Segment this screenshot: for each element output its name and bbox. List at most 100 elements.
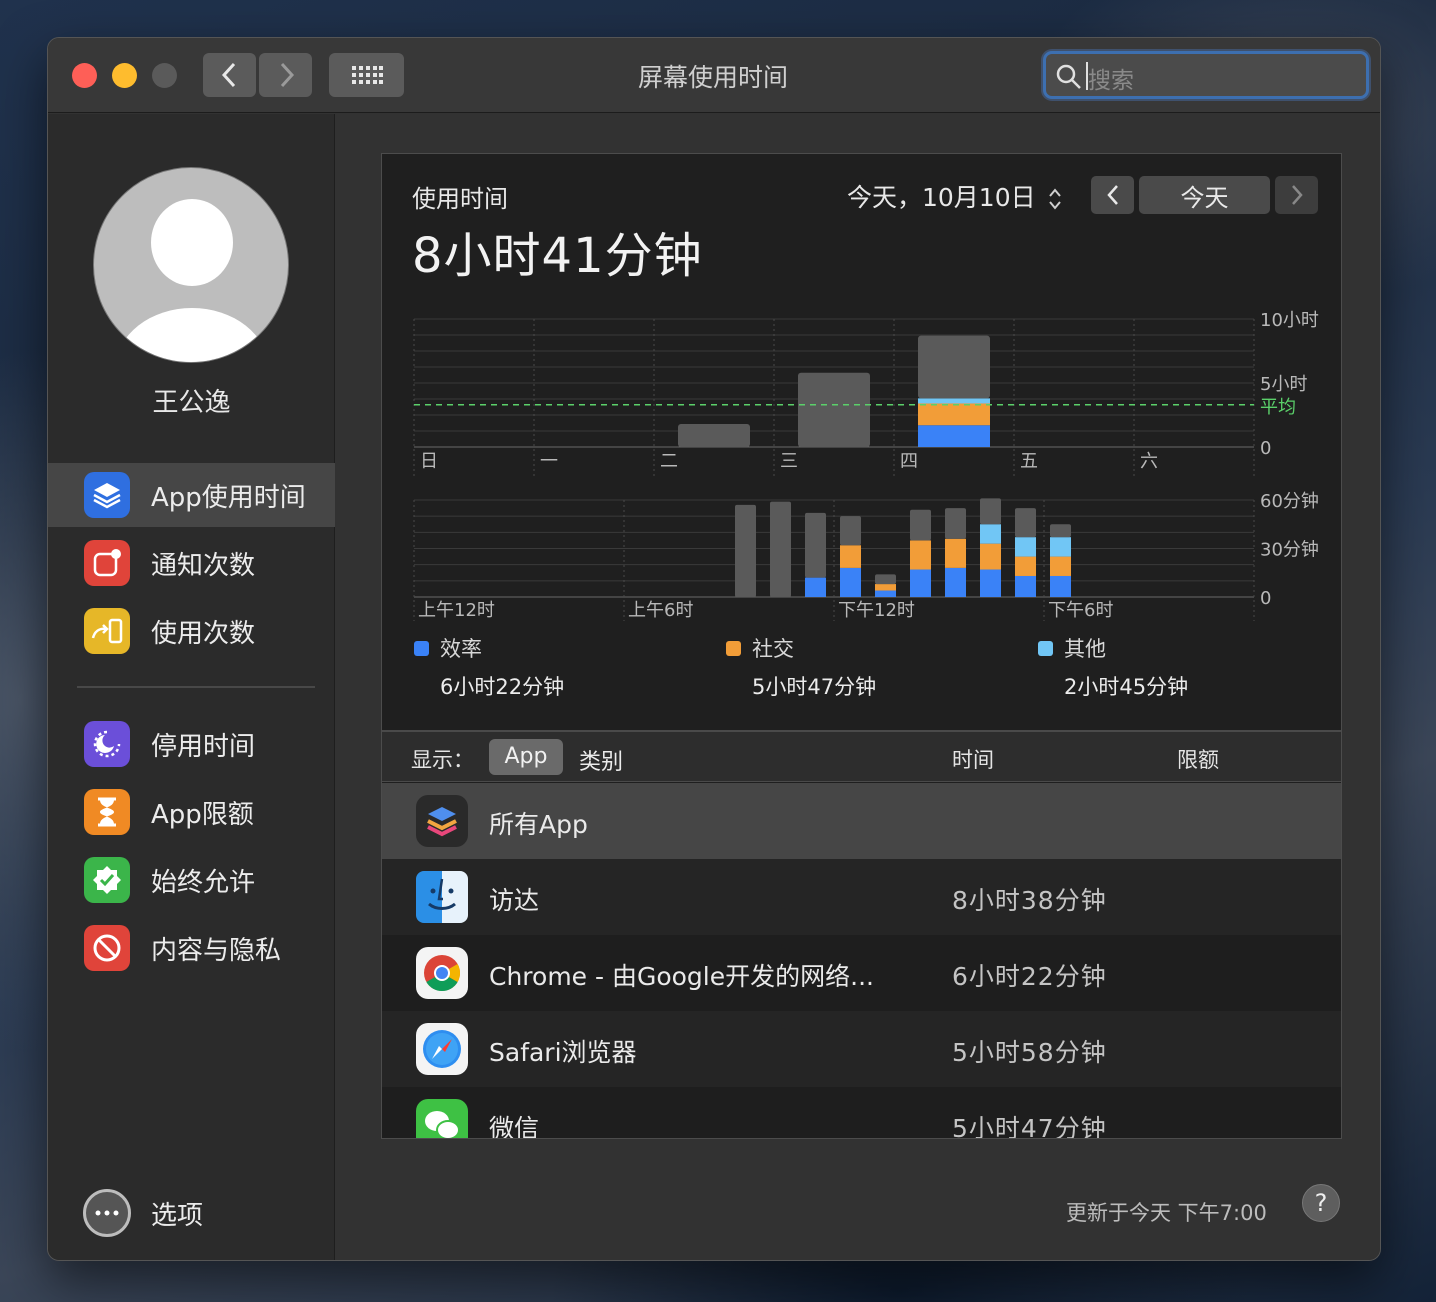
legend-label-other: 其他 [1064,637,1106,661]
x-tick-label: 上午6时 [628,600,693,621]
bar-segment [1050,556,1071,576]
usage-title: 使用时间 [412,185,508,213]
table-row[interactable]: 访达 8小时38分钟 [382,859,1341,935]
bar-segment [980,569,1001,597]
show-all-button[interactable] [329,53,404,97]
bar-segment [945,567,966,597]
sidebar-item-content-privacy[interactable]: 内容与隐私 [48,916,335,980]
bar-segment [840,516,861,546]
segment-app[interactable]: App [489,739,563,775]
prev-day-button[interactable] [1091,176,1134,214]
legend-value-productivity: 6小时22分钟 [440,675,565,699]
y-tick-label: 60分钟 [1260,491,1319,512]
y-tick-label: 10小时 [1260,310,1319,331]
grid-icon [351,66,383,84]
y-tick-label: 0 [1260,438,1271,459]
table-row[interactable]: Safari浏览器 5小时58分钟 [382,1011,1341,1087]
sidebar: 王公逸 App使用时间 通知次数 使用次数 停用时间 App限额 始终允许 内容… [48,114,335,1260]
zoom-button[interactable] [152,63,177,88]
x-tick-label: 一 [540,451,558,472]
sidebar-item-notifications[interactable]: 通知次数 [48,531,335,595]
bar-segment [1015,537,1036,557]
x-tick-label: 下午6时 [1048,600,1113,621]
system-preferences-window: 屏幕使用时间 搜索 王公逸 App使用时间 通知次数 使用次数 停用时间 App… [47,37,1381,1261]
date-selector[interactable]: 今天，10月10日 [847,178,1062,214]
app-time: 5小时47分钟 [952,1114,1107,1139]
chevron-right-icon [1291,185,1303,205]
bar-segment [1050,537,1071,557]
table-row-all-apps[interactable]: 所有App [382,783,1341,859]
average-label: 平均 [1260,397,1296,418]
sidebar-item-label: 使用次数 [151,619,256,649]
sidebar-item-always-allowed[interactable]: 始终允许 [48,848,335,912]
bar-segment [918,398,990,404]
search-field[interactable]: 搜索 [1043,51,1369,99]
search-icon [1056,64,1081,89]
notification-badge-icon [84,540,130,586]
main-content: 使用时间 8小时41分钟 今天，10月10日 今天 日 一 二 三 四 五 六 平均 10小时 5… [336,114,1380,1260]
table-row[interactable]: 微信 5小时47分钟 [382,1087,1341,1139]
bar-segment [1015,575,1036,597]
app-name: 微信 [489,1114,540,1139]
sidebar-item-app-usage[interactable]: App使用时间 [48,463,335,527]
sidebar-item-pickups[interactable]: 使用次数 [48,599,335,663]
app-time: 6小时22分钟 [952,962,1107,991]
legend-swatch-social [726,641,741,656]
column-header-limit[interactable]: 限额 [1177,744,1219,774]
app-name: Chrome - 由Google开发的网络... [489,962,874,991]
safari-icon [416,1023,468,1075]
app-name: 所有App [489,810,588,839]
help-button[interactable]: ? [1302,1184,1340,1222]
close-button[interactable] [72,63,97,88]
sidebar-item-app-limits[interactable]: App限额 [48,780,335,844]
x-tick-label: 六 [1140,451,1158,472]
next-day-button[interactable] [1275,176,1318,214]
legend-label-productivity: 效率 [440,637,482,661]
options-button[interactable]: 选项 [151,1195,203,1232]
today-button[interactable]: 今天 [1139,176,1270,214]
bar-segment [678,423,750,447]
table-row[interactable]: Chrome - 由Google开发的网络... 6小时22分钟 [382,935,1341,1011]
usage-total: 8小时41分钟 [412,228,703,284]
x-tick-label: 四 [900,451,918,472]
checkmark-badge-icon [84,857,130,903]
bar-segment [910,540,931,570]
bar-segment [945,508,966,539]
sidebar-item-label: 停用时间 [151,732,256,762]
legend-value-other: 2小时45分钟 [1064,675,1189,699]
bar-segment [770,501,791,597]
app-name: Safari浏览器 [489,1038,637,1067]
app-time: 8小时38分钟 [952,886,1107,915]
bar-segment [840,545,861,568]
title-bar: 屏幕使用时间 搜索 [48,38,1380,113]
pickup-phone-icon [84,608,130,654]
back-button[interactable] [203,53,256,97]
legend-swatch-productivity [414,641,429,656]
bar-segment [1050,575,1071,597]
all-apps-icon [416,795,468,847]
legend-value-social: 5小时47分钟 [752,675,877,699]
x-tick-label: 二 [660,451,678,472]
sidebar-item-downtime[interactable]: 停用时间 [48,712,335,776]
search-placeholder: 搜索 [1088,68,1134,94]
bar-segment [1015,508,1036,538]
minimize-button[interactable] [112,63,137,88]
bar-segment [945,538,966,568]
bar-segment [840,567,861,597]
y-tick-label: 0 [1260,588,1271,609]
x-tick-label: 下午12时 [838,600,915,621]
wechat-icon [416,1099,468,1138]
legend-swatch-other [1038,641,1053,656]
chevron-left-icon [1106,185,1118,205]
avatar [93,167,289,363]
bar-segment [918,425,990,447]
weekly-usage-chart: 日 一 二 三 四 五 六 平均 10小时 5小时 0 [413,310,1319,479]
bar-segment [805,512,826,578]
segment-category[interactable]: 类别 [579,744,623,776]
bar-segment [875,590,896,597]
column-header-time[interactable]: 时间 [952,744,994,774]
x-tick-label: 日 [420,451,438,472]
y-tick-label: 30分钟 [1260,540,1319,561]
options-icon[interactable] [83,1189,131,1237]
forward-button[interactable] [259,53,312,97]
